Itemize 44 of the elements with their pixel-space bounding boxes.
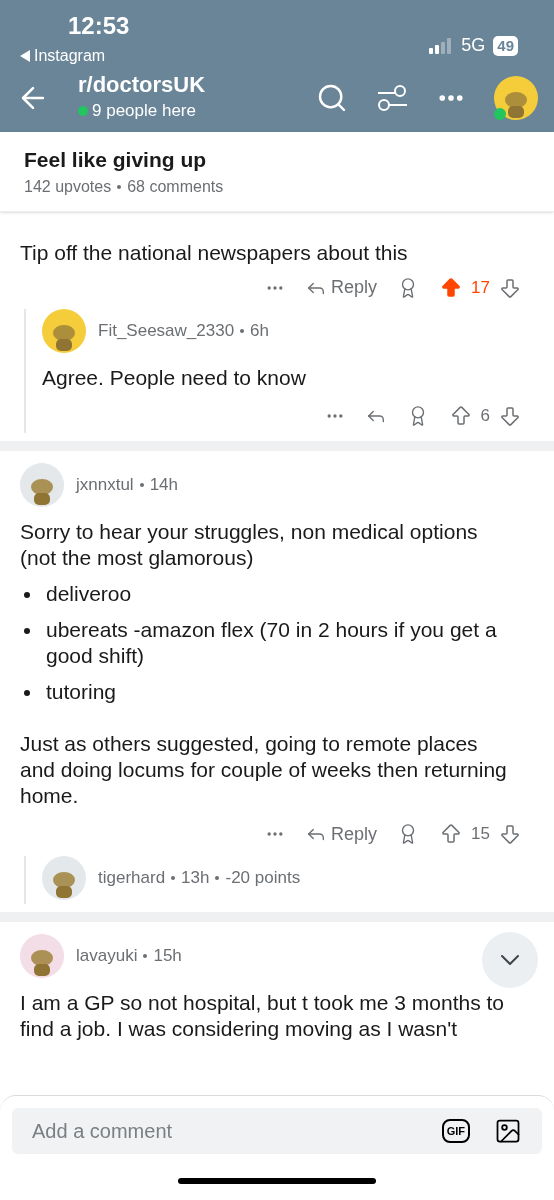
- comment-time: 14h: [149, 473, 178, 496]
- reply-button[interactable]: Reply: [305, 274, 378, 301]
- avatar: [20, 462, 64, 507]
- reply-button[interactable]: Reply: [305, 820, 378, 848]
- comment-field[interactable]: Add a comment GIF: [12, 1108, 542, 1154]
- list-item-text: ubereats -amazon flex (70 in 2 hours if you get a good shift): [46, 616, 498, 669]
- online-count: 9 people here: [92, 100, 196, 122]
- avatar: [20, 933, 64, 978]
- upvote-count: 142 upvotes: [24, 177, 112, 197]
- avatar: [42, 309, 86, 353]
- downvote-icon[interactable]: [498, 822, 522, 846]
- status-time: 12:53: [67, 11, 130, 41]
- post-title: Feel like giving up: [24, 146, 208, 173]
- filter-icon[interactable]: [376, 83, 408, 112]
- comment-time: 15h: [153, 944, 182, 967]
- avatar: [494, 75, 538, 120]
- comment-time: 6h: [250, 320, 269, 343]
- list-item-text: deliveroo: [46, 580, 132, 607]
- comment-text: Agree. People need to know: [42, 365, 307, 391]
- avatar: [42, 855, 86, 900]
- author-name[interactable]: Fit_Seesaw_2330: [98, 318, 235, 344]
- author-name[interactable]: jxnnxtul: [76, 471, 134, 498]
- list-item-text: tutoring: [46, 678, 117, 705]
- back-app-link[interactable]: Instagram: [34, 44, 106, 68]
- author-name[interactable]: tigerhard: [98, 864, 166, 891]
- gif-button[interactable]: GIF: [441, 1119, 470, 1143]
- vote-count: 17: [471, 276, 490, 299]
- back-triangle-icon: [20, 50, 30, 62]
- author-name[interactable]: lavayuki: [76, 942, 138, 969]
- user-avatar[interactable]: [494, 75, 538, 120]
- comment-text: Tip off the national newspapers about this: [20, 240, 409, 266]
- comment-text: Just as others suggested, going to remote places and doing locums for couple of weeks then returning home.: [20, 730, 508, 809]
- comment-count: 68 comments: [127, 177, 224, 197]
- image-icon[interactable]: [494, 1117, 522, 1145]
- vote-count: 15: [471, 823, 490, 846]
- comment-time: 13h: [181, 866, 210, 889]
- comment-text: Sorry to hear your struggles, non medical options (not the most glamorous): [20, 518, 479, 571]
- comment-text: I am a GP so not hospital, but t took me 3 months to find a job. I was considering moving as I wasn't: [20, 989, 506, 1042]
- battery-indicator: 49: [493, 35, 518, 56]
- subreddit-title: r/doctorsUK: [78, 72, 207, 98]
- network-label: 5G: [461, 34, 486, 57]
- vote-count: 6: [480, 405, 490, 427]
- signal-icon: [429, 37, 454, 54]
- comment-points: -20 points: [225, 866, 301, 889]
